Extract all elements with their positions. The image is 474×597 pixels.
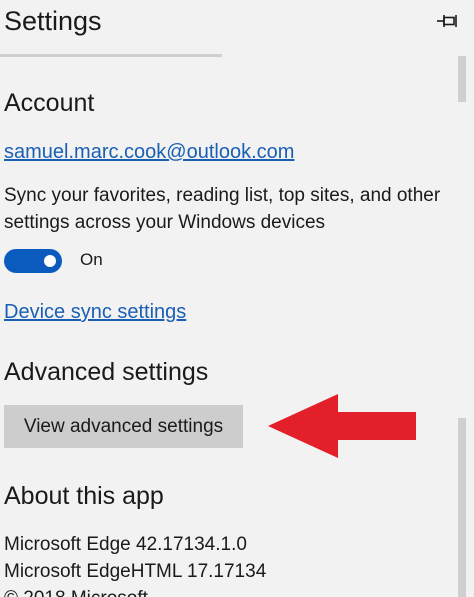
account-email-link[interactable]: samuel.marc.cook@outlook.com: [4, 139, 294, 165]
copyright-text: © 2018 Microsoft: [4, 586, 148, 597]
edge-version: Microsoft Edge 42.17134.1.0: [4, 534, 247, 555]
scrollbar-thumb[interactable]: [458, 418, 466, 597]
page-title: Settings: [4, 6, 102, 36]
device-sync-settings-link[interactable]: Device sync settings: [4, 299, 186, 325]
advanced-settings-heading: Advanced settings: [4, 358, 209, 386]
settings-panel: Settings Account samuel.marc.cook@outloo…: [0, 0, 474, 597]
sync-toggle[interactable]: [4, 249, 62, 273]
about-heading: About this app: [4, 482, 164, 510]
edgehtml-version: Microsoft EdgeHTML 17.17134: [4, 561, 267, 582]
toggle-knob: [44, 255, 56, 267]
left-arrow-icon: [268, 394, 416, 458]
header-divider: [0, 54, 222, 57]
panel-header: Settings: [0, 0, 474, 50]
view-advanced-settings-button[interactable]: View advanced settings: [4, 405, 243, 448]
pin-icon[interactable]: [436, 12, 460, 30]
sync-description: Sync your favorites, reading list, top s…: [4, 185, 441, 233]
account-heading: Account: [4, 89, 95, 117]
sync-toggle-label: On: [80, 250, 103, 269]
scrollbar-track[interactable]: [458, 56, 466, 102]
